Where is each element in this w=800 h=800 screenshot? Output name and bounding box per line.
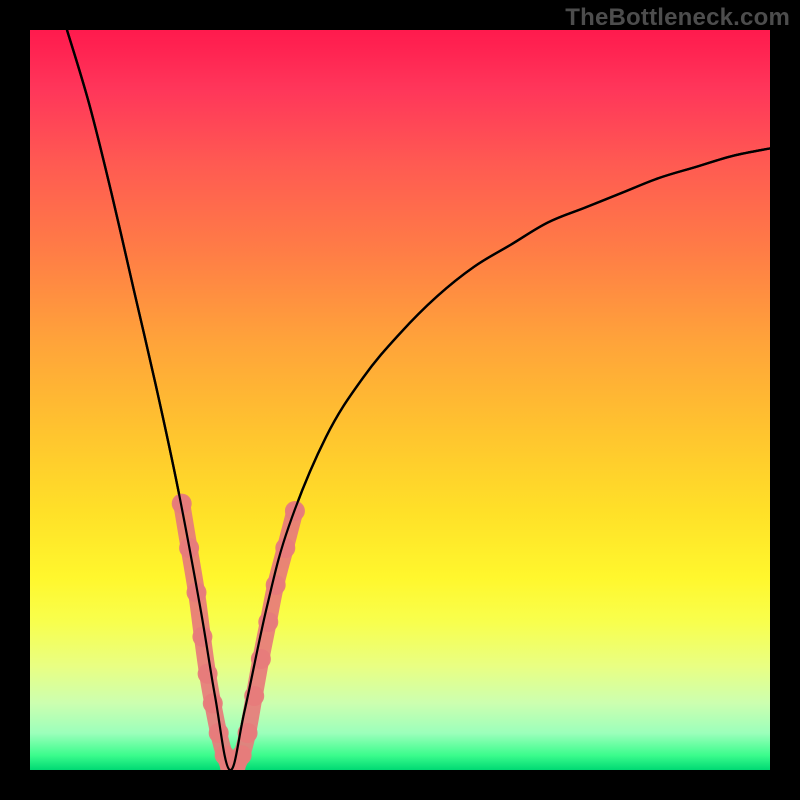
bottleneck-curve: [67, 30, 770, 770]
highlight-marker: [203, 693, 223, 713]
highlight-marker: [266, 575, 286, 595]
plot-area: [30, 30, 770, 770]
chart-frame: TheBottleneck.com: [0, 0, 800, 800]
highlight-marker: [192, 627, 212, 647]
watermark-text: TheBottleneck.com: [565, 4, 790, 32]
bottleneck-curve-top: [67, 30, 770, 770]
highlight-marker: [275, 538, 295, 558]
highlight-marker: [198, 664, 218, 684]
chart-svg: [30, 30, 770, 770]
